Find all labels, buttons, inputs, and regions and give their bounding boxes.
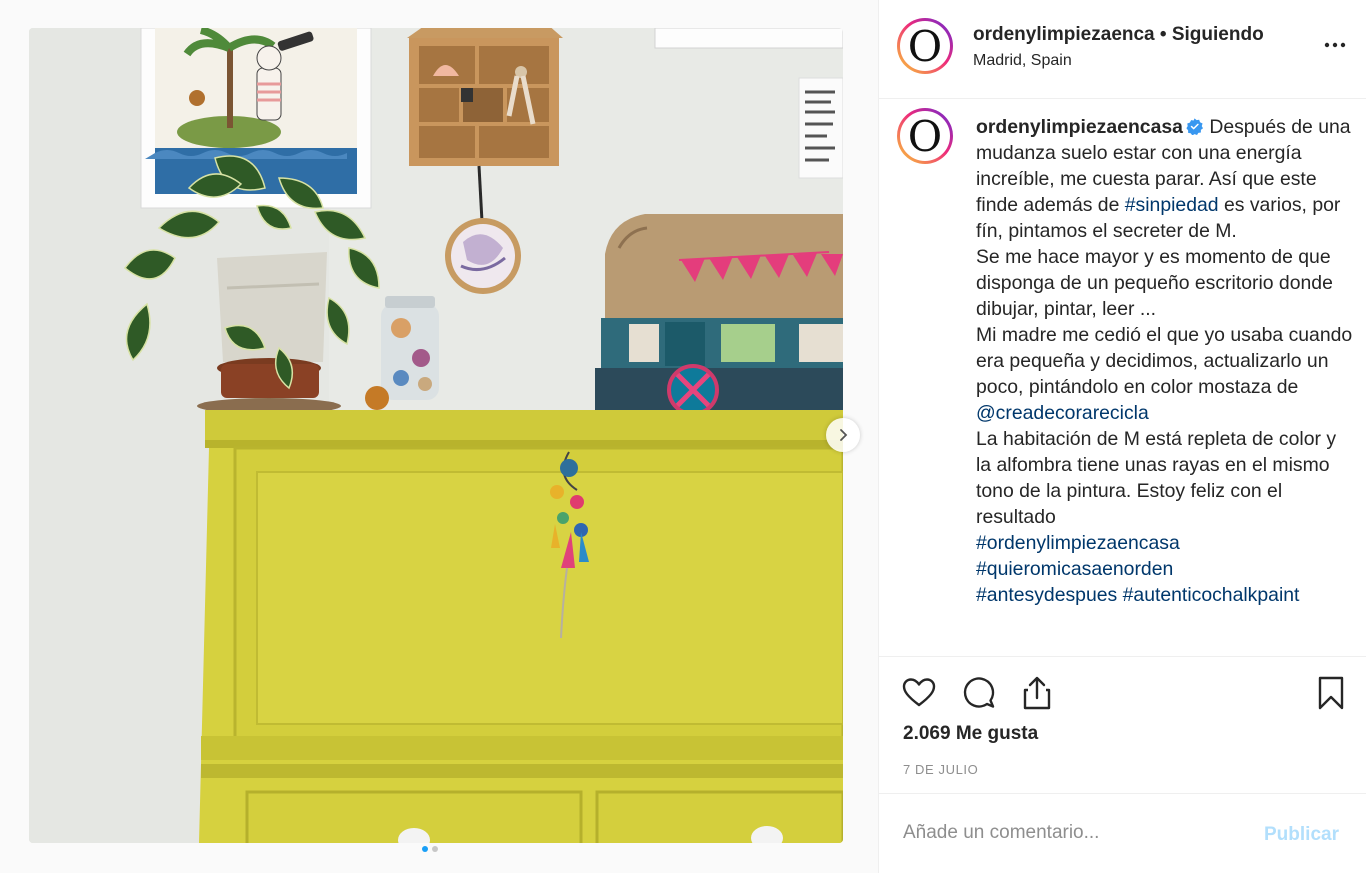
avatar-logo-letter: O [907, 112, 943, 161]
post-header: O ordenylimpiezaenca • Siguiendo Madrid,… [879, 0, 1366, 99]
comment-icon[interactable] [961, 675, 997, 711]
photo-illustration [29, 28, 843, 843]
caption-paragraph-3: Mi madre me cedió el que yo usaba cuando… [976, 322, 1356, 426]
caption-hashtags-line-2: #quieromicasaenorden [976, 556, 1356, 582]
hashtag-link[interactable]: #antesydespues [976, 584, 1117, 606]
avatar-inner: O [900, 111, 950, 161]
publish-comment-button[interactable]: Publicar [1264, 824, 1339, 846]
post-sidebar: O ordenylimpiezaenca • Siguiendo Madrid,… [878, 0, 1366, 873]
post-photo[interactable] [29, 28, 843, 843]
hashtag-link[interactable]: #sinpiedad [1125, 194, 1219, 216]
share-icon[interactable] [1019, 675, 1055, 711]
caption-author-avatar[interactable]: O [897, 108, 953, 164]
hashtag-link[interactable]: #autenticochalkpaint [1123, 584, 1300, 606]
caption-text: Mi madre me cedió el que yo usaba cuando… [976, 324, 1353, 398]
caption-paragraph-1: ordenylimpiezaencasa Después de una muda… [976, 114, 1356, 244]
post-caption: ordenylimpiezaencasa Después de una muda… [976, 114, 1356, 608]
carousel-indicator [422, 846, 438, 852]
comment-input[interactable] [903, 822, 1243, 844]
next-slide-button[interactable] [826, 418, 860, 452]
caption-paragraph-4: La habitación de M está repleta de color… [976, 428, 1337, 528]
more-horizontal-icon [1324, 42, 1346, 48]
heart-icon[interactable] [901, 675, 937, 711]
caption-hashtags-line-3: #antesydespues #autenticochalkpaint [976, 582, 1356, 608]
avatar-inner: O [900, 21, 950, 71]
caption-username-link[interactable]: ordenylimpiezaencasa [976, 116, 1183, 138]
hashtag-link[interactable]: #quieromicasaenorden [976, 558, 1173, 580]
chevron-right-icon [840, 429, 848, 441]
header-separator: • [1154, 24, 1172, 45]
header-text: ordenylimpiezaenca • Siguiendo Madrid, S… [973, 24, 1264, 70]
following-button[interactable]: Siguiendo [1172, 24, 1264, 45]
likes-count[interactable]: 2.069 Me gusta [903, 723, 1038, 745]
more-options-button[interactable] [1323, 32, 1347, 56]
caption-paragraph-2: Se me hace mayor y es momento de que dis… [976, 246, 1333, 320]
post-date[interactable]: 7 DE JULIO [903, 762, 978, 777]
header-username-line: ordenylimpiezaenca • Siguiendo [973, 24, 1264, 46]
add-comment-area: Publicar [879, 793, 1366, 873]
author-avatar[interactable]: O [897, 18, 953, 74]
caption-area: O ordenylimpiezaencasa Después de una mu… [879, 100, 1366, 656]
caption-hashtags-line-1: #ordenylimpiezaencasa [976, 530, 1356, 556]
carousel-dot-2 [432, 846, 438, 852]
verified-badge-icon [1186, 118, 1203, 135]
avatar-logo-letter: O [907, 22, 943, 71]
author-username-link[interactable]: ordenylimpiezaenca [973, 24, 1155, 45]
mention-link[interactable]: @creadecorarecicla [976, 402, 1149, 424]
carousel-dot-1 [422, 846, 428, 852]
hashtag-link[interactable]: #ordenylimpiezaencasa [976, 532, 1180, 554]
post-media-area [0, 0, 878, 873]
location-link[interactable]: Madrid, Spain [973, 52, 1264, 70]
bookmark-icon[interactable] [1313, 675, 1349, 711]
post-actions: 2.069 Me gusta 7 DE JULIO [879, 656, 1366, 793]
